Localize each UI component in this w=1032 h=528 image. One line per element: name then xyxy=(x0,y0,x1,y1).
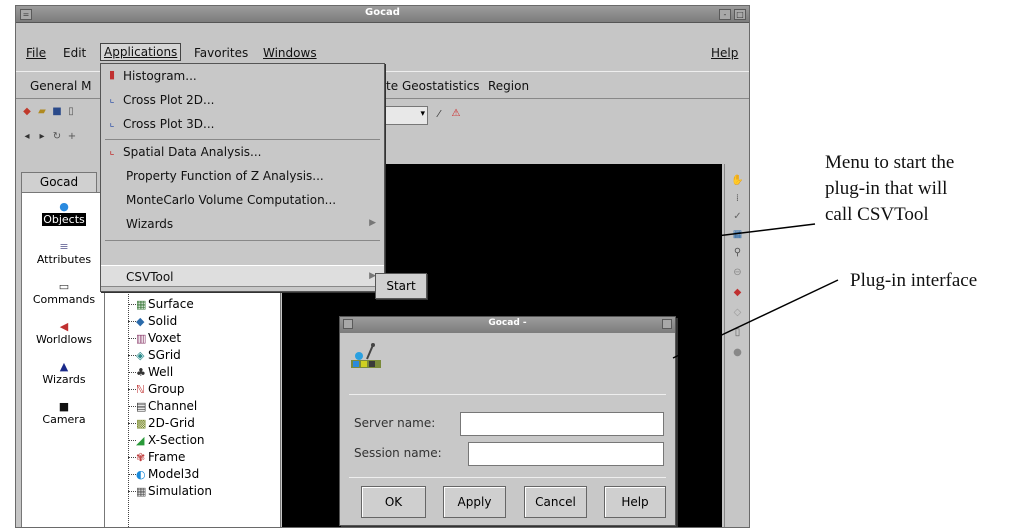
annotation-line: Menu to start the xyxy=(825,152,955,173)
plugin-annotation: Plug-in interface xyxy=(850,270,978,291)
plugin-callout-line xyxy=(672,279,839,359)
menu-annotation: Menu to start the plug-in that will call… xyxy=(825,150,954,228)
callout-lines xyxy=(436,223,839,359)
menu-callout-line xyxy=(436,223,816,271)
annotation-line: plug-in that will xyxy=(825,178,948,199)
annotation-line: call CSVTool xyxy=(825,204,929,225)
